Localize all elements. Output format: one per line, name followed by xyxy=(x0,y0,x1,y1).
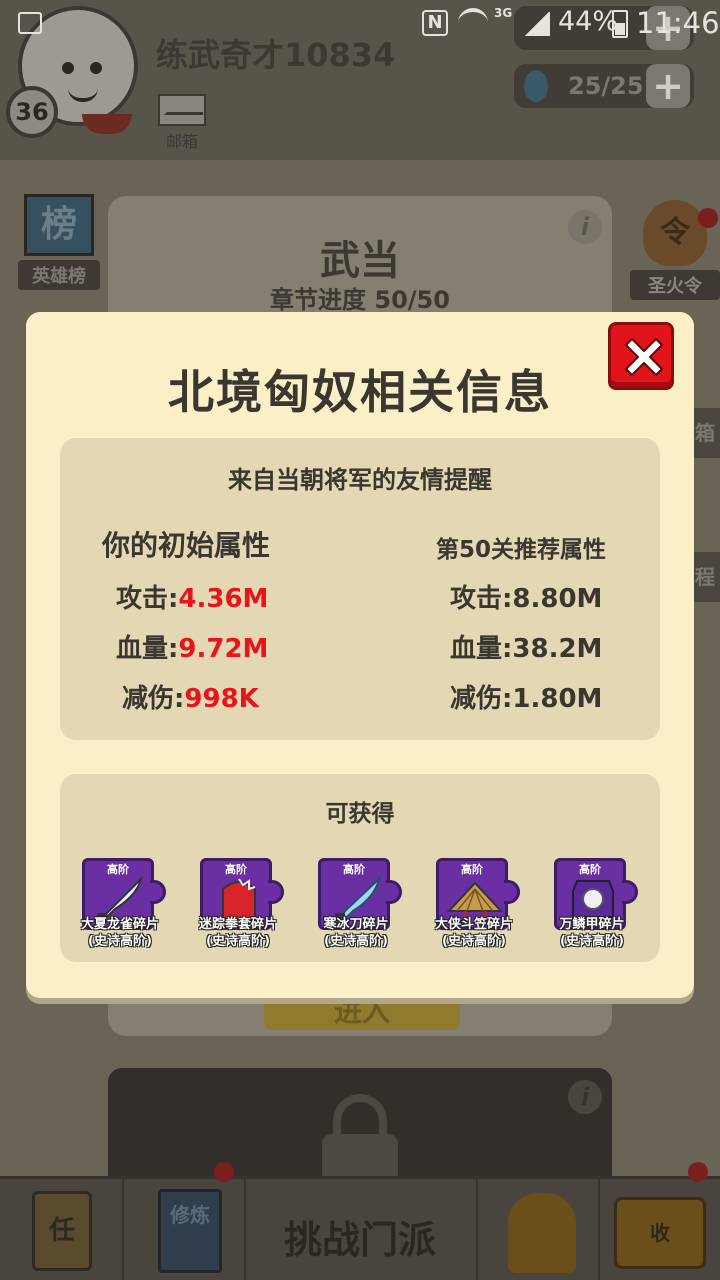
reward-rarity: (史诗高阶) xyxy=(560,934,624,949)
rewards-panel: 可获得 高阶 大夏龙雀碎片 (史诗高阶) 高阶 迷踪拳套碎片 (史诗高阶) 高阶… xyxy=(60,774,660,962)
reward-name: 大侠斗笠碎片 (史诗高阶) xyxy=(416,916,532,950)
lock-icon xyxy=(320,1094,400,1188)
recommended-damage-reduction: 减伤:1.80M xyxy=(450,678,602,715)
recommended-hp: 血量:38.2M xyxy=(450,628,602,665)
stat-label: 攻击: xyxy=(450,584,513,614)
mail-label: 邮箱 xyxy=(165,132,198,151)
side-progress-button[interactable]: 程 xyxy=(690,552,720,602)
reward-rarity: (史诗高阶) xyxy=(206,934,270,949)
dialog-title: 北境匈奴相关信息 xyxy=(168,365,552,419)
reward-item[interactable]: 高阶 迷踪拳套碎片 (史诗高阶) xyxy=(188,858,288,954)
hero-ranking-label: 英雄榜 xyxy=(18,260,100,290)
reward-name: 万鳞甲碎片 (史诗高阶) xyxy=(534,916,650,950)
reward-name-text: 大侠斗笠碎片 xyxy=(434,917,513,932)
tip-heading: 来自当朝将军的友情提醒 xyxy=(228,466,492,494)
reward-name: 迷踪拳套碎片 (史诗高阶) xyxy=(180,916,296,950)
hero-ranking-button[interactable]: 榜 英雄榜 xyxy=(18,194,100,290)
reward-name: 大夏龙雀碎片 (史诗高阶) xyxy=(62,916,178,950)
stat-label: 减伤: xyxy=(122,684,185,714)
nav-challenge-sect[interactable]: 挑战门派 xyxy=(250,1209,470,1264)
rewards-heading: 可获得 xyxy=(325,801,395,827)
stat-value: 8.80M xyxy=(512,584,603,614)
energy-bar: 25/25 + xyxy=(514,64,694,108)
reward-rarity: (史诗高阶) xyxy=(88,934,152,949)
status-bar: N 3G 44% 11:46 xyxy=(0,0,720,48)
stat-value: 38.2M xyxy=(512,634,603,664)
stats-panel: 来自当朝将军的友情提醒 你的初始属性 第50关推荐属性 攻击:4.36M 血量:… xyxy=(60,438,660,740)
clock: 11:46 xyxy=(636,6,720,40)
battery-percent: 44% xyxy=(558,6,619,37)
recommended-stats-heading: 第50关推荐属性 xyxy=(436,537,607,563)
add-energy-button[interactable]: + xyxy=(646,64,690,108)
nav-quest[interactable]: 任 xyxy=(0,1179,124,1280)
battery-icon xyxy=(612,10,628,38)
puzzle-tab xyxy=(386,880,402,904)
cultivate-book-icon: 修炼 xyxy=(158,1189,222,1273)
your-hp: 血量:9.72M xyxy=(116,628,268,665)
puzzle-tab xyxy=(268,880,284,904)
player-level-badge: 36 xyxy=(6,86,58,138)
stat-value: 998K xyxy=(184,684,259,714)
your-stats-heading: 你的初始属性 xyxy=(102,529,271,562)
your-attack: 攻击:4.36M xyxy=(116,578,268,615)
treasure-chest-icon: 收 xyxy=(614,1197,706,1269)
envelope-icon xyxy=(158,94,206,126)
reward-name-text: 大夏龙雀碎片 xyxy=(80,917,159,932)
flame-token-icon: 令 xyxy=(643,200,707,266)
your-damage-reduction: 减伤:998K xyxy=(122,678,259,715)
reward-name: 寒冰刀碎片 (史诗高阶) xyxy=(298,916,414,950)
reward-item[interactable]: 高阶 寒冰刀碎片 (史诗高阶) xyxy=(306,858,406,954)
notification-dot xyxy=(214,1162,234,1182)
signal-icon xyxy=(524,12,550,36)
reward-name-text: 万鳞甲碎片 xyxy=(559,917,625,932)
nfc-icon: N xyxy=(422,10,448,36)
stat-label: 减伤: xyxy=(450,684,513,714)
nav-equipment[interactable] xyxy=(476,1179,600,1280)
reward-name-text: 迷踪拳套碎片 xyxy=(198,917,277,932)
reward-rarity: (史诗高阶) xyxy=(324,934,388,949)
energy-value: 25/25 xyxy=(568,72,644,100)
nav-collect[interactable]: 收 xyxy=(600,1179,720,1280)
reward-rarity: (史诗高阶) xyxy=(442,934,506,949)
puzzle-tab xyxy=(504,880,520,904)
stat-value: 4.36M xyxy=(178,584,269,614)
stat-label: 攻击: xyxy=(116,584,179,614)
nav-cultivate[interactable]: 修炼 xyxy=(124,1179,246,1280)
reward-item[interactable]: 高阶 大侠斗笠碎片 (史诗高阶) xyxy=(424,858,524,954)
puzzle-tab xyxy=(150,880,166,904)
holy-fire-token-label: 圣火令 xyxy=(630,270,720,300)
reward-item[interactable]: 高阶 大夏龙雀碎片 (史诗高阶) xyxy=(70,858,170,954)
stat-label: 血量: xyxy=(116,634,179,664)
stat-value: 9.72M xyxy=(178,634,269,664)
stat-label: 血量: xyxy=(450,634,513,664)
side-chest-button[interactable]: 箱 xyxy=(690,408,720,458)
stat-value: 1.80M xyxy=(512,684,603,714)
puzzle-tab xyxy=(622,880,638,904)
close-button[interactable] xyxy=(608,322,674,390)
energy-drop-icon xyxy=(524,70,548,102)
quest-scroll-icon: 任 xyxy=(32,1191,92,1271)
mail-button[interactable]: 邮箱 xyxy=(158,94,206,151)
info-icon-locked[interactable]: i xyxy=(568,1080,602,1114)
network-type: 3G xyxy=(494,6,513,20)
reward-name-text: 寒冰刀碎片 xyxy=(323,917,389,932)
recommended-attack: 攻击:8.80M xyxy=(450,578,602,615)
ranking-icon: 榜 xyxy=(24,194,94,256)
wifi-icon xyxy=(458,8,488,38)
reward-item[interactable]: 高阶 万鳞甲碎片 (史诗高阶) xyxy=(542,858,642,954)
bottom-nav: 任 修炼 挑战门派 收 xyxy=(0,1176,720,1280)
notification-dot xyxy=(698,208,718,228)
chapter-progress: 章节进度 50/50 xyxy=(270,286,450,314)
helmet-icon xyxy=(508,1193,576,1273)
gallery-icon xyxy=(18,12,42,34)
chapter-title: 武当 xyxy=(320,238,400,284)
notification-dot xyxy=(688,1162,708,1182)
close-icon xyxy=(625,338,663,376)
info-dialog: 北境匈奴相关信息 来自当朝将军的友情提醒 你的初始属性 第50关推荐属性 攻击:… xyxy=(26,312,694,998)
